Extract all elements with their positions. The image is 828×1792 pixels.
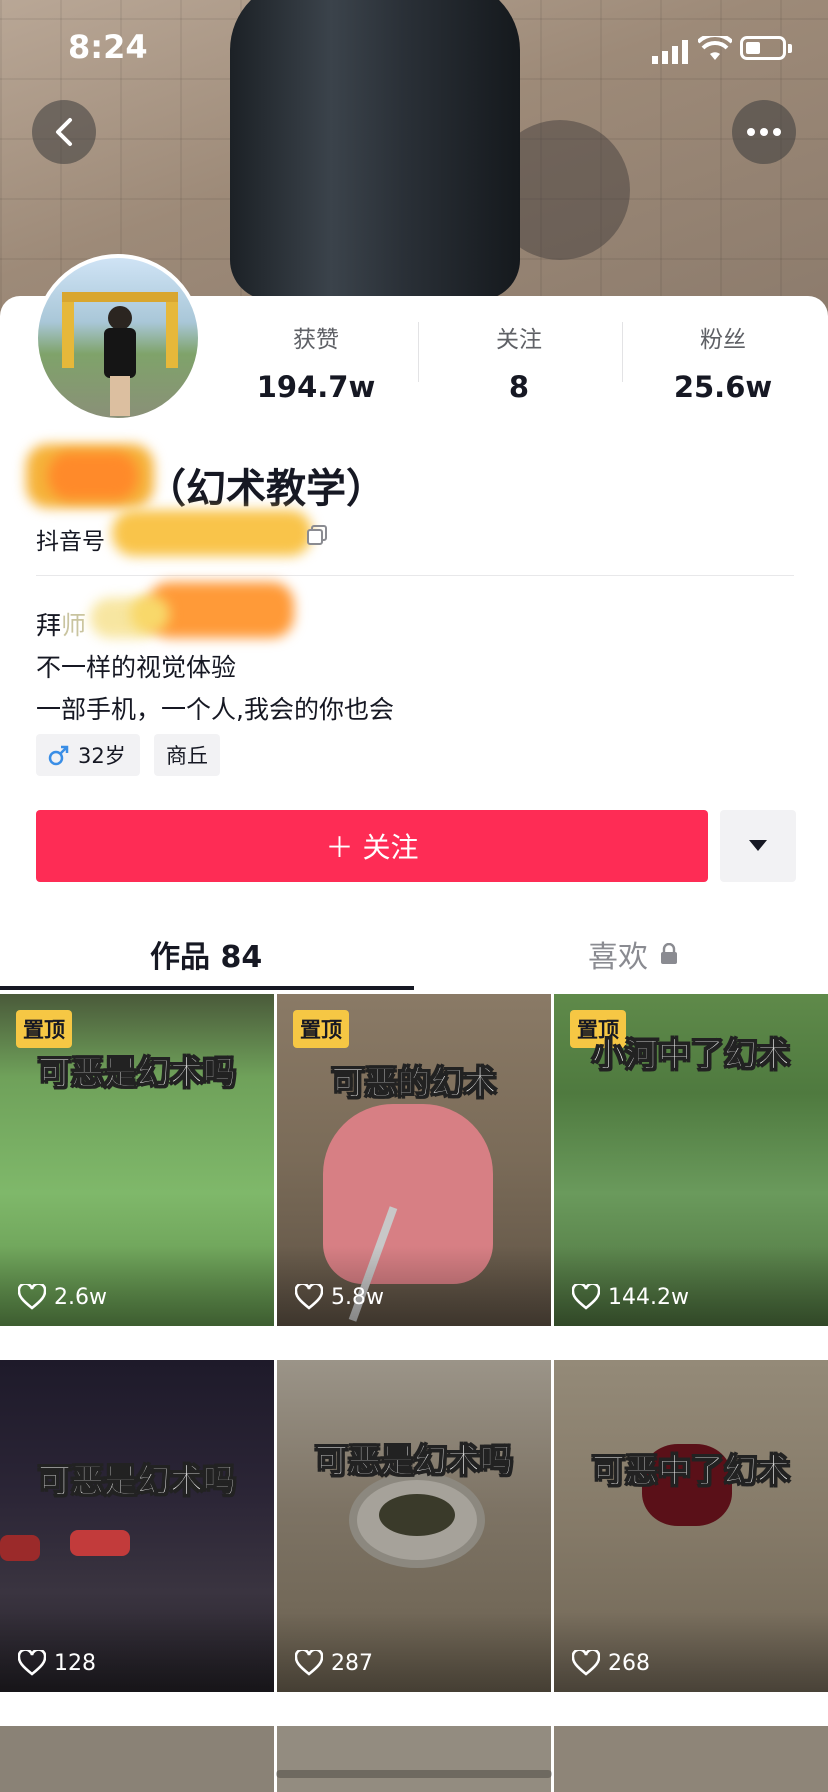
video-likes: 268 — [572, 1650, 650, 1676]
caret-down-icon — [749, 840, 767, 851]
video-card[interactable] — [277, 1726, 551, 1792]
heart-icon — [295, 1650, 323, 1676]
pinned-badge: 置顶 — [293, 1010, 349, 1048]
battery-icon — [740, 36, 786, 60]
follow-button[interactable]: ＋ 关注 — [36, 810, 708, 882]
stat-likes-label: 获赞 — [293, 327, 339, 353]
tab-likes-label: 喜欢 — [588, 940, 648, 975]
stat-following-value: 8 — [508, 370, 530, 404]
video-caption: 可恶的幻术 — [331, 1063, 497, 1103]
video-likes-count: 2.6w — [54, 1284, 107, 1310]
bio-line-2: 不一样的视觉体验 — [36, 653, 237, 682]
video-likes-count: 144.2w — [608, 1284, 689, 1310]
video-caption: 小河中了幻术 — [592, 1035, 791, 1075]
location-tag: 商丘 — [154, 734, 220, 776]
stat-following-label: 关注 — [496, 327, 542, 353]
redacted-bio — [148, 582, 294, 638]
tab-indicator — [0, 986, 414, 990]
stat-likes-value: 194.7w — [256, 370, 376, 404]
stat-followers-label: 粉丝 — [700, 327, 746, 353]
video-card[interactable]: 置顶 可恶是幻术吗 2.6w — [0, 994, 274, 1326]
video-caption: 可恶中了幻术 — [592, 1451, 791, 1491]
age-tag: 32岁 — [36, 734, 140, 776]
video-caption: 可恶是幻术吗 — [38, 1461, 237, 1501]
heart-icon — [572, 1650, 600, 1676]
video-card[interactable] — [0, 1726, 274, 1792]
stat-likes[interactable]: 获赞 194.7w — [216, 320, 416, 404]
copy-icon[interactable] — [306, 524, 328, 546]
heart-icon — [572, 1284, 600, 1310]
redacted-id — [112, 510, 312, 556]
video-likes: 128 — [18, 1650, 96, 1676]
video-card[interactable]: 置顶 小河中了幻术 144.2w — [554, 994, 828, 1326]
heart-icon — [18, 1284, 46, 1310]
home-indicator — [276, 1770, 552, 1778]
douyin-id-label: 抖音号 — [36, 529, 105, 555]
stat-followers-value: 25.6w — [673, 370, 773, 404]
video-likes-count: 287 — [331, 1650, 373, 1676]
avatar[interactable] — [34, 254, 202, 422]
video-likes: 2.6w — [18, 1284, 107, 1310]
video-card[interactable]: 可恶中了幻术 268 — [554, 1360, 828, 1692]
status-bar: 8:24 — [0, 0, 828, 96]
divider — [36, 575, 794, 576]
video-card[interactable]: 置顶 可恶的幻术 5.8w — [277, 994, 551, 1326]
location-text: 商丘 — [166, 744, 208, 768]
video-likes: 5.8w — [295, 1284, 384, 1310]
video-likes-count: 5.8w — [331, 1284, 384, 1310]
more-dots-icon — [747, 128, 781, 136]
video-likes: 287 — [295, 1650, 373, 1676]
video-likes-count: 268 — [608, 1650, 650, 1676]
more-button[interactable] — [732, 100, 796, 164]
stat-followers[interactable]: 粉丝 25.6w — [623, 320, 823, 404]
tab-likes[interactable]: 喜欢 — [588, 932, 678, 976]
heart-icon — [18, 1650, 46, 1676]
signal-icon — [652, 40, 688, 64]
video-likes-count: 128 — [54, 1650, 96, 1676]
tab-works[interactable]: 作品 84 — [150, 932, 262, 976]
more-options-dropdown-button[interactable] — [720, 810, 796, 882]
lock-icon — [661, 943, 677, 964]
profile-name: （幻术教学） — [146, 466, 386, 512]
stat-following[interactable]: 关注 8 — [419, 320, 619, 404]
bio-line-1: 拜师 — [36, 606, 86, 642]
wifi-icon — [698, 36, 732, 60]
age-text: 32岁 — [78, 744, 126, 768]
bio-line-3: 一部手机，一个人,我会的你也会 — [36, 695, 394, 724]
video-card[interactable]: 可恶是幻术吗 128 — [0, 1360, 274, 1692]
pinned-badge: 置顶 — [16, 1010, 72, 1048]
heart-icon — [295, 1284, 323, 1310]
video-likes: 144.2w — [572, 1284, 689, 1310]
male-icon — [48, 745, 69, 766]
video-caption: 可恶是幻术吗 — [38, 1053, 237, 1093]
bio-line-1-partial: 师 — [61, 611, 87, 640]
back-button[interactable] — [32, 100, 96, 164]
bio-line-1-prefix: 拜 — [36, 611, 62, 640]
status-time: 8:24 — [68, 28, 148, 66]
video-card[interactable] — [554, 1726, 828, 1792]
video-card[interactable]: 可恶是幻术吗 287 — [277, 1360, 551, 1692]
chevron-left-icon — [56, 118, 72, 146]
video-caption: 可恶是幻术吗 — [315, 1441, 514, 1481]
